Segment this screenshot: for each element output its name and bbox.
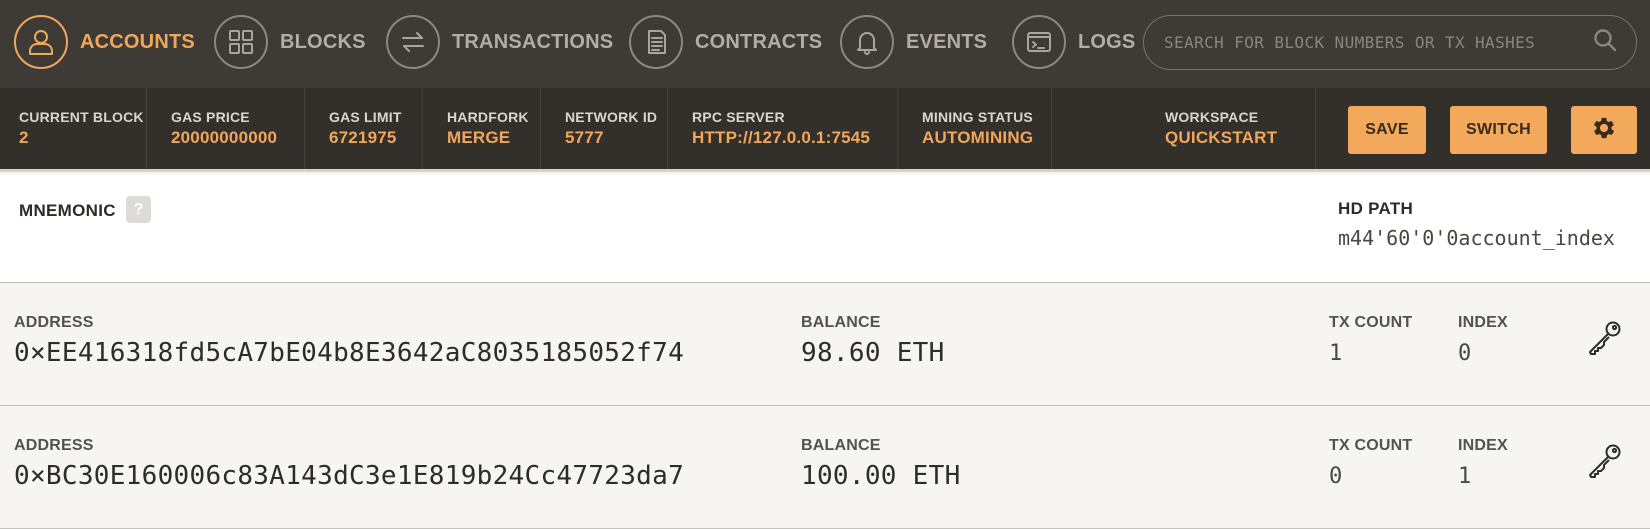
top-navigation: ACCOUNTS BLOCKS TRANSACTIONS CONTRACTS E… <box>0 0 1650 88</box>
stat-mining-status-value: AUTOMINING <box>922 128 1034 147</box>
stat-network-id-value: 5777 <box>565 128 604 147</box>
gear-icon <box>1590 114 1618 147</box>
tx-count-value: 0 <box>1329 464 1343 489</box>
key-icon[interactable] <box>1585 318 1625 358</box>
divider <box>667 88 668 169</box>
index-value: 1 <box>1458 464 1472 489</box>
stat-gas-limit: GAS LIMIT 6721975 <box>329 88 402 169</box>
hd-path-label: HD PATH <box>1338 199 1414 218</box>
divider <box>1315 88 1316 169</box>
address-value: 0×EE416318fd5cA7bE04b8E3642aC8035185052f… <box>14 338 685 368</box>
stat-network-id: NETWORK ID 5777 <box>565 88 657 169</box>
stat-rpc-server-value: HTTP://127.0.0.1:7545 <box>692 128 871 147</box>
tx-count-label: TX COUNT <box>1329 314 1413 331</box>
stat-gas-price: GAS PRICE 20000000000 <box>171 88 277 169</box>
account-row[interactable]: ADDRESS 0×EE416318fd5cA7bE04b8E3642aC803… <box>0 284 1650 406</box>
hd-path-value: m44'60'0'0account_index <box>1338 226 1615 250</box>
tx-count-label: TX COUNT <box>1329 437 1413 454</box>
nav-transactions-label: TRANSACTIONS <box>452 30 614 53</box>
stat-network-id-label: NETWORK ID <box>565 109 658 125</box>
stat-current-block-label: CURRENT BLOCK <box>19 109 144 125</box>
divider <box>422 88 423 169</box>
nav-events-label: EVENTS <box>906 30 988 53</box>
address-label: ADDRESS <box>14 437 94 454</box>
nav-accounts[interactable]: ACCOUNTS <box>14 14 195 70</box>
nav-blocks-label: BLOCKS <box>280 30 366 53</box>
nav-accounts-label: ACCOUNTS <box>80 30 195 53</box>
stat-gas-price-value: 20000000000 <box>171 128 278 147</box>
nav-logs[interactable]: LOGS <box>1012 14 1135 70</box>
document-icon <box>629 15 683 69</box>
stat-mining-status: MINING STATUS AUTOMINING <box>922 88 1033 169</box>
terminal-icon <box>1012 15 1066 69</box>
stat-current-block-value: 2 <box>19 128 29 147</box>
key-icon[interactable] <box>1585 441 1625 481</box>
stat-current-block: CURRENT BLOCK 2 <box>19 88 144 169</box>
balance-value: 100.00 ETH <box>801 461 961 491</box>
nav-logs-label: LOGS <box>1078 30 1136 53</box>
stat-rpc-server: RPC SERVER HTTP://127.0.0.1:7545 <box>692 88 870 169</box>
divider <box>1051 88 1052 169</box>
account-row[interactable]: ADDRESS 0×BC30E160006c83A143dC3e1E819b24… <box>0 407 1650 529</box>
help-icon[interactable]: ? <box>126 196 151 223</box>
mnemonic-label: MNEMONIC <box>19 201 116 220</box>
nav-events[interactable]: EVENTS <box>840 14 987 70</box>
tx-count-value: 1 <box>1329 341 1343 366</box>
stat-gas-limit-value: 6721975 <box>329 128 397 147</box>
index-label: INDEX <box>1458 437 1508 454</box>
stat-workspace-value: QUICKSTART <box>1165 128 1278 147</box>
address-value: 0×BC30E160006c83A143dC3e1E819b24Cc47723d… <box>14 461 685 491</box>
stat-gas-price-label: GAS PRICE <box>171 109 250 125</box>
stat-gas-limit-label: GAS LIMIT <box>329 109 402 125</box>
nav-contracts-label: CONTRACTS <box>695 30 823 53</box>
nav-blocks[interactable]: BLOCKS <box>214 14 366 70</box>
divider <box>540 88 541 169</box>
bell-icon <box>840 15 894 69</box>
stat-mining-status-label: MINING STATUS <box>922 109 1033 125</box>
stat-rpc-server-label: RPC SERVER <box>692 109 785 125</box>
divider <box>304 88 305 169</box>
divider <box>897 88 898 169</box>
nav-contracts[interactable]: CONTRACTS <box>629 14 822 70</box>
grid-icon <box>214 15 268 69</box>
nav-transactions[interactable]: TRANSACTIONS <box>386 14 613 70</box>
balance-label: BALANCE <box>801 314 881 331</box>
balance-label: BALANCE <box>801 437 881 454</box>
mnemonic-panel: MNEMONIC ? HD PATH m44'60'0'0account_ind… <box>0 175 1650 283</box>
stat-workspace: WORKSPACE QUICKSTART <box>1165 88 1277 169</box>
switch-button[interactable]: SWITCH <box>1450 106 1547 154</box>
search-box <box>1143 15 1637 70</box>
index-label: INDEX <box>1458 314 1508 331</box>
stat-hardfork-value: MERGE <box>447 128 511 147</box>
divider <box>146 88 147 169</box>
stat-hardfork-label: HARDFORK <box>447 109 529 125</box>
swap-arrows-icon <box>386 15 440 69</box>
stat-hardfork: HARDFORK MERGE <box>447 88 529 169</box>
search-icon[interactable] <box>1592 27 1618 58</box>
index-value: 0 <box>1458 341 1472 366</box>
search-input[interactable] <box>1164 33 1592 52</box>
save-button[interactable]: SAVE <box>1348 106 1426 154</box>
user-icon <box>14 15 68 69</box>
address-label: ADDRESS <box>14 314 94 331</box>
stat-workspace-label: WORKSPACE <box>1165 109 1259 125</box>
settings-button[interactable] <box>1571 106 1637 154</box>
balance-value: 98.60 ETH <box>801 338 945 368</box>
